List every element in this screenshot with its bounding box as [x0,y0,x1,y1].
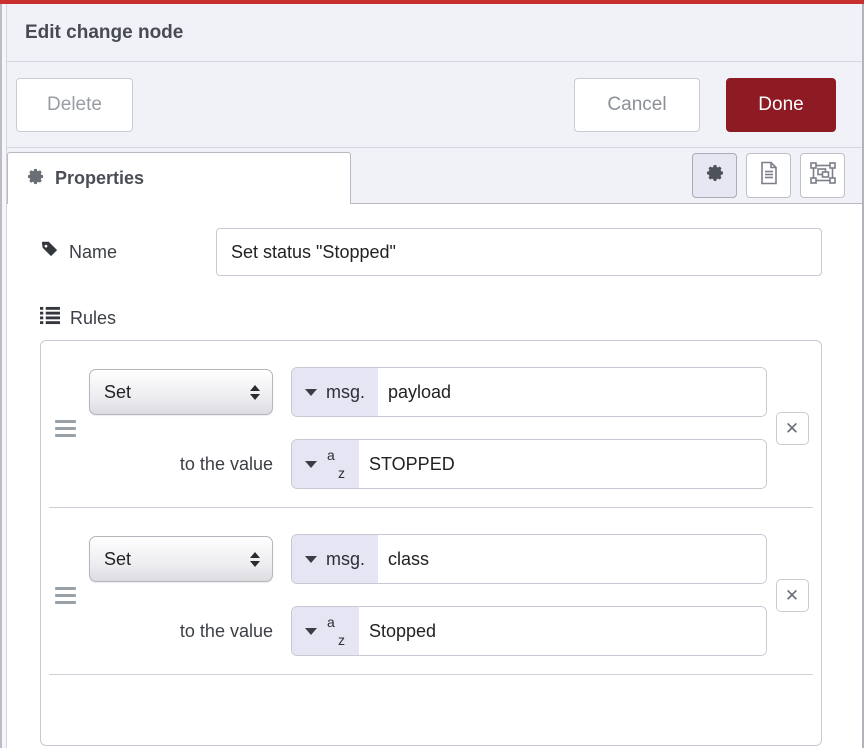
edit-dialog: Edit change node Delete Cancel Done [0,4,864,748]
tag-icon [40,240,59,264]
rule-value-input[interactable] [359,607,766,655]
rule-property-typed-input: msg. [291,534,767,584]
rule-value-typed-input: az [291,606,767,656]
description-icon-button[interactable] [746,153,791,198]
grip-lines-icon [53,420,76,437]
gear-icon [705,163,725,188]
caret-down-icon [305,461,317,468]
rule-property-input[interactable] [378,368,766,416]
rule-property-typed-input: msg. [291,367,767,417]
remove-rule-button[interactable]: ✕ [776,412,809,445]
close-icon: ✕ [785,420,799,437]
name-field-label: Name [40,240,216,264]
done-button[interactable]: Done [726,78,836,132]
dialog-title: Edit change node [25,22,183,44]
rule-action-select[interactable]: Set [89,369,273,415]
select-stepper-icon [250,552,260,567]
to-the-value-label: to the value [89,454,273,475]
value-type-dropdown[interactable]: az [292,607,359,655]
caret-down-icon [305,628,317,635]
property-type-label: msg. [326,549,365,570]
select-stepper-icon [250,385,260,400]
rule-drag-handle[interactable] [53,534,89,656]
name-label-text: Name [69,242,117,263]
gear-icon [26,167,45,191]
properties-form: Name Rules [7,204,862,748]
remove-rule-button[interactable]: ✕ [776,579,809,612]
rule-action-value: Set [104,549,131,570]
tab-properties[interactable]: Properties [7,152,351,204]
property-type-label: msg. [326,382,365,403]
rule-row: Set msg. [41,508,821,674]
properties-icon-button[interactable] [692,153,737,198]
name-input[interactable] [216,228,822,276]
dialog-toolbar: Delete Cancel Done [7,62,862,148]
rules-list: Set msg. [40,340,822,746]
caret-down-icon [305,389,317,396]
editor-tab-bar: Properties [7,148,862,204]
rule-drag-handle[interactable] [53,367,89,489]
property-type-dropdown[interactable]: msg. [292,368,378,416]
value-type-dropdown[interactable]: az [292,440,359,488]
rules-label-text: Rules [70,308,116,329]
object-group-icon-button[interactable] [800,153,845,198]
to-the-value-label: to the value [89,621,273,642]
rule-value-input[interactable] [359,440,766,488]
rule-action-value: Set [104,382,131,403]
caret-down-icon [305,556,317,563]
rules-section-label: Rules [40,306,822,330]
dialog-header: Edit change node [7,4,862,62]
file-icon [758,161,780,190]
string-type-icon: az [326,449,346,479]
delete-button[interactable]: Delete [16,78,133,132]
list-icon [40,306,60,330]
name-row: Name [40,228,822,276]
property-type-dropdown[interactable]: msg. [292,535,378,583]
rule-property-input[interactable] [378,535,766,583]
grip-lines-icon [53,587,76,604]
tab-properties-label: Properties [55,168,144,189]
rule-row: Set msg. [41,341,821,507]
rule-action-select[interactable]: Set [89,536,273,582]
cancel-button[interactable]: Cancel [574,78,700,132]
rule-value-typed-input: az [291,439,767,489]
string-type-icon: az [326,616,346,646]
close-icon: ✕ [785,587,799,604]
rule-divider [49,674,813,675]
object-group-icon [810,161,836,190]
